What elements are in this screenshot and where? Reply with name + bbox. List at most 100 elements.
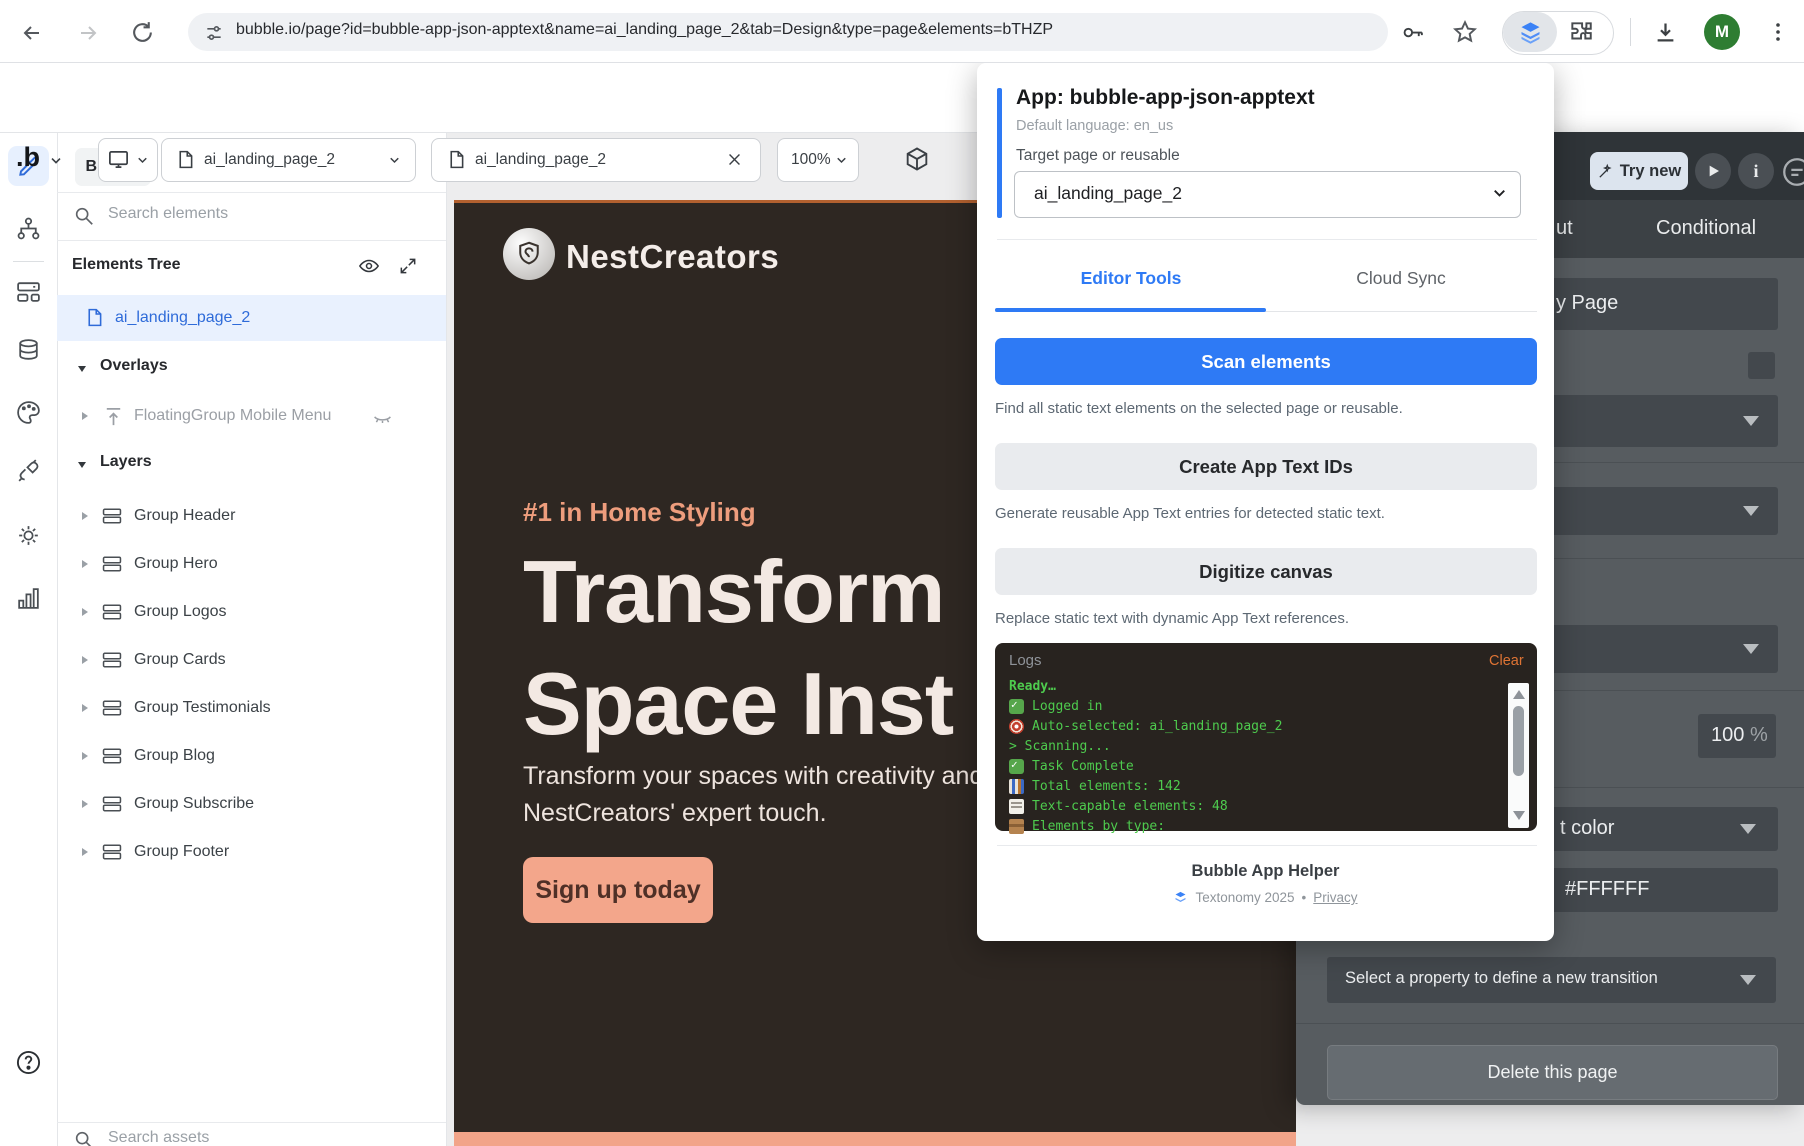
- tree-item-group-footer[interactable]: Group Footer: [57, 832, 446, 872]
- forward-icon[interactable]: [76, 21, 100, 45]
- logs-clear-button[interactable]: Clear: [1489, 653, 1524, 669]
- device-selector[interactable]: [98, 138, 158, 182]
- star-icon[interactable]: [1452, 19, 1478, 45]
- tree-item-group-header[interactable]: Group Header: [57, 496, 446, 536]
- popup-footer-meta: Textonomy 2025 • Privacy: [977, 890, 1554, 905]
- gear-icon[interactable]: [15, 522, 42, 549]
- zoom-level: 100%: [791, 151, 831, 169]
- divider: [997, 845, 1537, 846]
- digitize-canvas-button[interactable]: Digitize canvas: [995, 548, 1537, 595]
- tree-item-label: Group Cards: [134, 651, 226, 669]
- color-hex-value: #FFFFFF: [1565, 878, 1649, 901]
- footer-separator: •: [1302, 890, 1307, 905]
- caret-right-icon: [82, 512, 88, 520]
- palette-icon[interactable]: [15, 399, 42, 426]
- tree-item-floatinggroup[interactable]: FloatingGroup Mobile Menu: [134, 407, 331, 425]
- tree-item-group-blog[interactable]: Group Blog: [57, 736, 446, 776]
- key-icon[interactable]: [1400, 20, 1425, 45]
- play-icon[interactable]: [1695, 153, 1731, 189]
- divider: [1630, 18, 1631, 46]
- menu-dots-icon[interactable]: [1766, 20, 1790, 44]
- comment-icon[interactable]: [1780, 155, 1804, 189]
- popup-footer-title: Bubble App Helper: [977, 862, 1554, 881]
- scan-elements-button[interactable]: Scan elements: [995, 338, 1537, 385]
- database-icon[interactable]: [15, 337, 42, 364]
- expand-icon[interactable]: [398, 256, 418, 276]
- zoom-selector[interactable]: 100%: [777, 138, 859, 182]
- back-icon[interactable]: [20, 21, 44, 45]
- eye-icon[interactable]: [358, 255, 380, 277]
- privacy-link[interactable]: Privacy: [1313, 890, 1357, 905]
- signup-button[interactable]: Sign up today: [523, 857, 713, 923]
- reload-icon[interactable]: [130, 20, 155, 45]
- dropdown-arrow-icon: [1740, 824, 1756, 834]
- search-elements-input[interactable]: [106, 204, 350, 224]
- tune-icon[interactable]: [204, 23, 224, 43]
- tree-item-group-hero[interactable]: Group Hero: [57, 544, 446, 584]
- cube-icon[interactable]: [903, 145, 931, 173]
- delete-page-button[interactable]: Delete this page: [1327, 1045, 1778, 1100]
- tree-item-group-cards[interactable]: Group Cards: [57, 640, 446, 680]
- opacity-field[interactable]: 100 %: [1698, 714, 1776, 758]
- hero-paragraph-line1: Transform your spaces with creativity an…: [523, 758, 983, 795]
- tree-item-label: Group Subscribe: [134, 795, 254, 813]
- log-line: Total elements: 142: [1009, 776, 1181, 796]
- caret-down-icon[interactable]: [78, 462, 86, 468]
- layers-extension-icon[interactable]: [1517, 19, 1544, 46]
- page-selector[interactable]: ai_landing_page_2: [161, 138, 416, 182]
- chevron-down-icon: [834, 153, 849, 168]
- search-assets-input[interactable]: [106, 1128, 350, 1146]
- tree-item-page-label: ai_landing_page_2: [115, 309, 250, 327]
- chart-icon[interactable]: [15, 585, 42, 612]
- hierarchy-icon[interactable]: [15, 215, 42, 242]
- page-tab-label: ai_landing_page_2: [475, 151, 606, 169]
- browser-avatar[interactable]: M: [1704, 14, 1740, 50]
- close-icon[interactable]: [726, 151, 743, 168]
- opacity-value: 100: [1711, 724, 1744, 747]
- popup-subtitle: Default language: en_us: [1016, 118, 1173, 134]
- chevron-down-icon[interactable]: [48, 153, 64, 169]
- file-icon: [84, 307, 105, 328]
- transition-dropdown[interactable]: Select a property to define a new transi…: [1327, 957, 1776, 1003]
- brand-name: NestCreators: [566, 238, 779, 276]
- log-line: Logged in: [1009, 696, 1102, 716]
- hero-heading: Transform Space Inst: [523, 536, 953, 760]
- checkbox[interactable]: [1748, 352, 1775, 379]
- caret-down-icon[interactable]: [78, 366, 86, 372]
- footer-brand: Textonomy 2025: [1195, 890, 1294, 905]
- url-text[interactable]: bubble.io/page?id=bubble-app-json-apptex…: [236, 21, 1053, 39]
- tree-section-layers[interactable]: Layers: [100, 453, 152, 471]
- scrollbar-thumb[interactable]: [1513, 706, 1524, 776]
- caret-right-icon[interactable]: [82, 412, 88, 420]
- scroll-up-icon[interactable]: [1513, 690, 1525, 699]
- page-tab[interactable]: ai_landing_page_2: [431, 138, 761, 182]
- monitor-icon: [107, 148, 130, 171]
- help-icon[interactable]: [14, 1048, 43, 1077]
- tree-item-group-testimonials[interactable]: Group Testimonials: [57, 688, 446, 728]
- try-new-button[interactable]: Try new: [1590, 152, 1688, 190]
- eye-closed-icon[interactable]: [372, 409, 393, 430]
- tree-item-group-logos[interactable]: Group Logos: [57, 592, 446, 632]
- dropdown-arrow-icon: [1743, 644, 1759, 654]
- brand-logo: [503, 228, 555, 280]
- tree-item-group-subscribe[interactable]: Group Subscribe: [57, 784, 446, 824]
- log-line: Auto-selected: ai_landing_page_2: [1009, 716, 1282, 736]
- download-icon[interactable]: [1652, 19, 1679, 46]
- hero-heading-line2: Space Inst: [523, 648, 953, 760]
- create-app-text-ids-button[interactable]: Create App Text IDs: [995, 443, 1537, 490]
- divider: [57, 240, 446, 241]
- tab-editor-tools[interactable]: Editor Tools: [997, 268, 1265, 289]
- info-icon[interactable]: i: [1738, 153, 1774, 189]
- tree-section-overlays[interactable]: Overlays: [100, 357, 168, 375]
- puzzle-icon[interactable]: [1568, 19, 1594, 45]
- tree-item-label: Group Header: [134, 507, 235, 525]
- components-icon[interactable]: [15, 278, 42, 305]
- tab-conditional[interactable]: Conditional: [1656, 217, 1756, 240]
- bubble-logo[interactable]: .b: [16, 142, 40, 173]
- plug-icon[interactable]: [15, 458, 42, 485]
- tab-layout[interactable]: ut: [1556, 217, 1573, 240]
- hero-paragraph-line2: NestCreators' expert touch.: [523, 795, 983, 832]
- tab-cloud-sync[interactable]: Cloud Sync: [1267, 268, 1535, 289]
- tree-item-label: Group Footer: [134, 843, 229, 861]
- scroll-down-icon[interactable]: [1513, 811, 1525, 820]
